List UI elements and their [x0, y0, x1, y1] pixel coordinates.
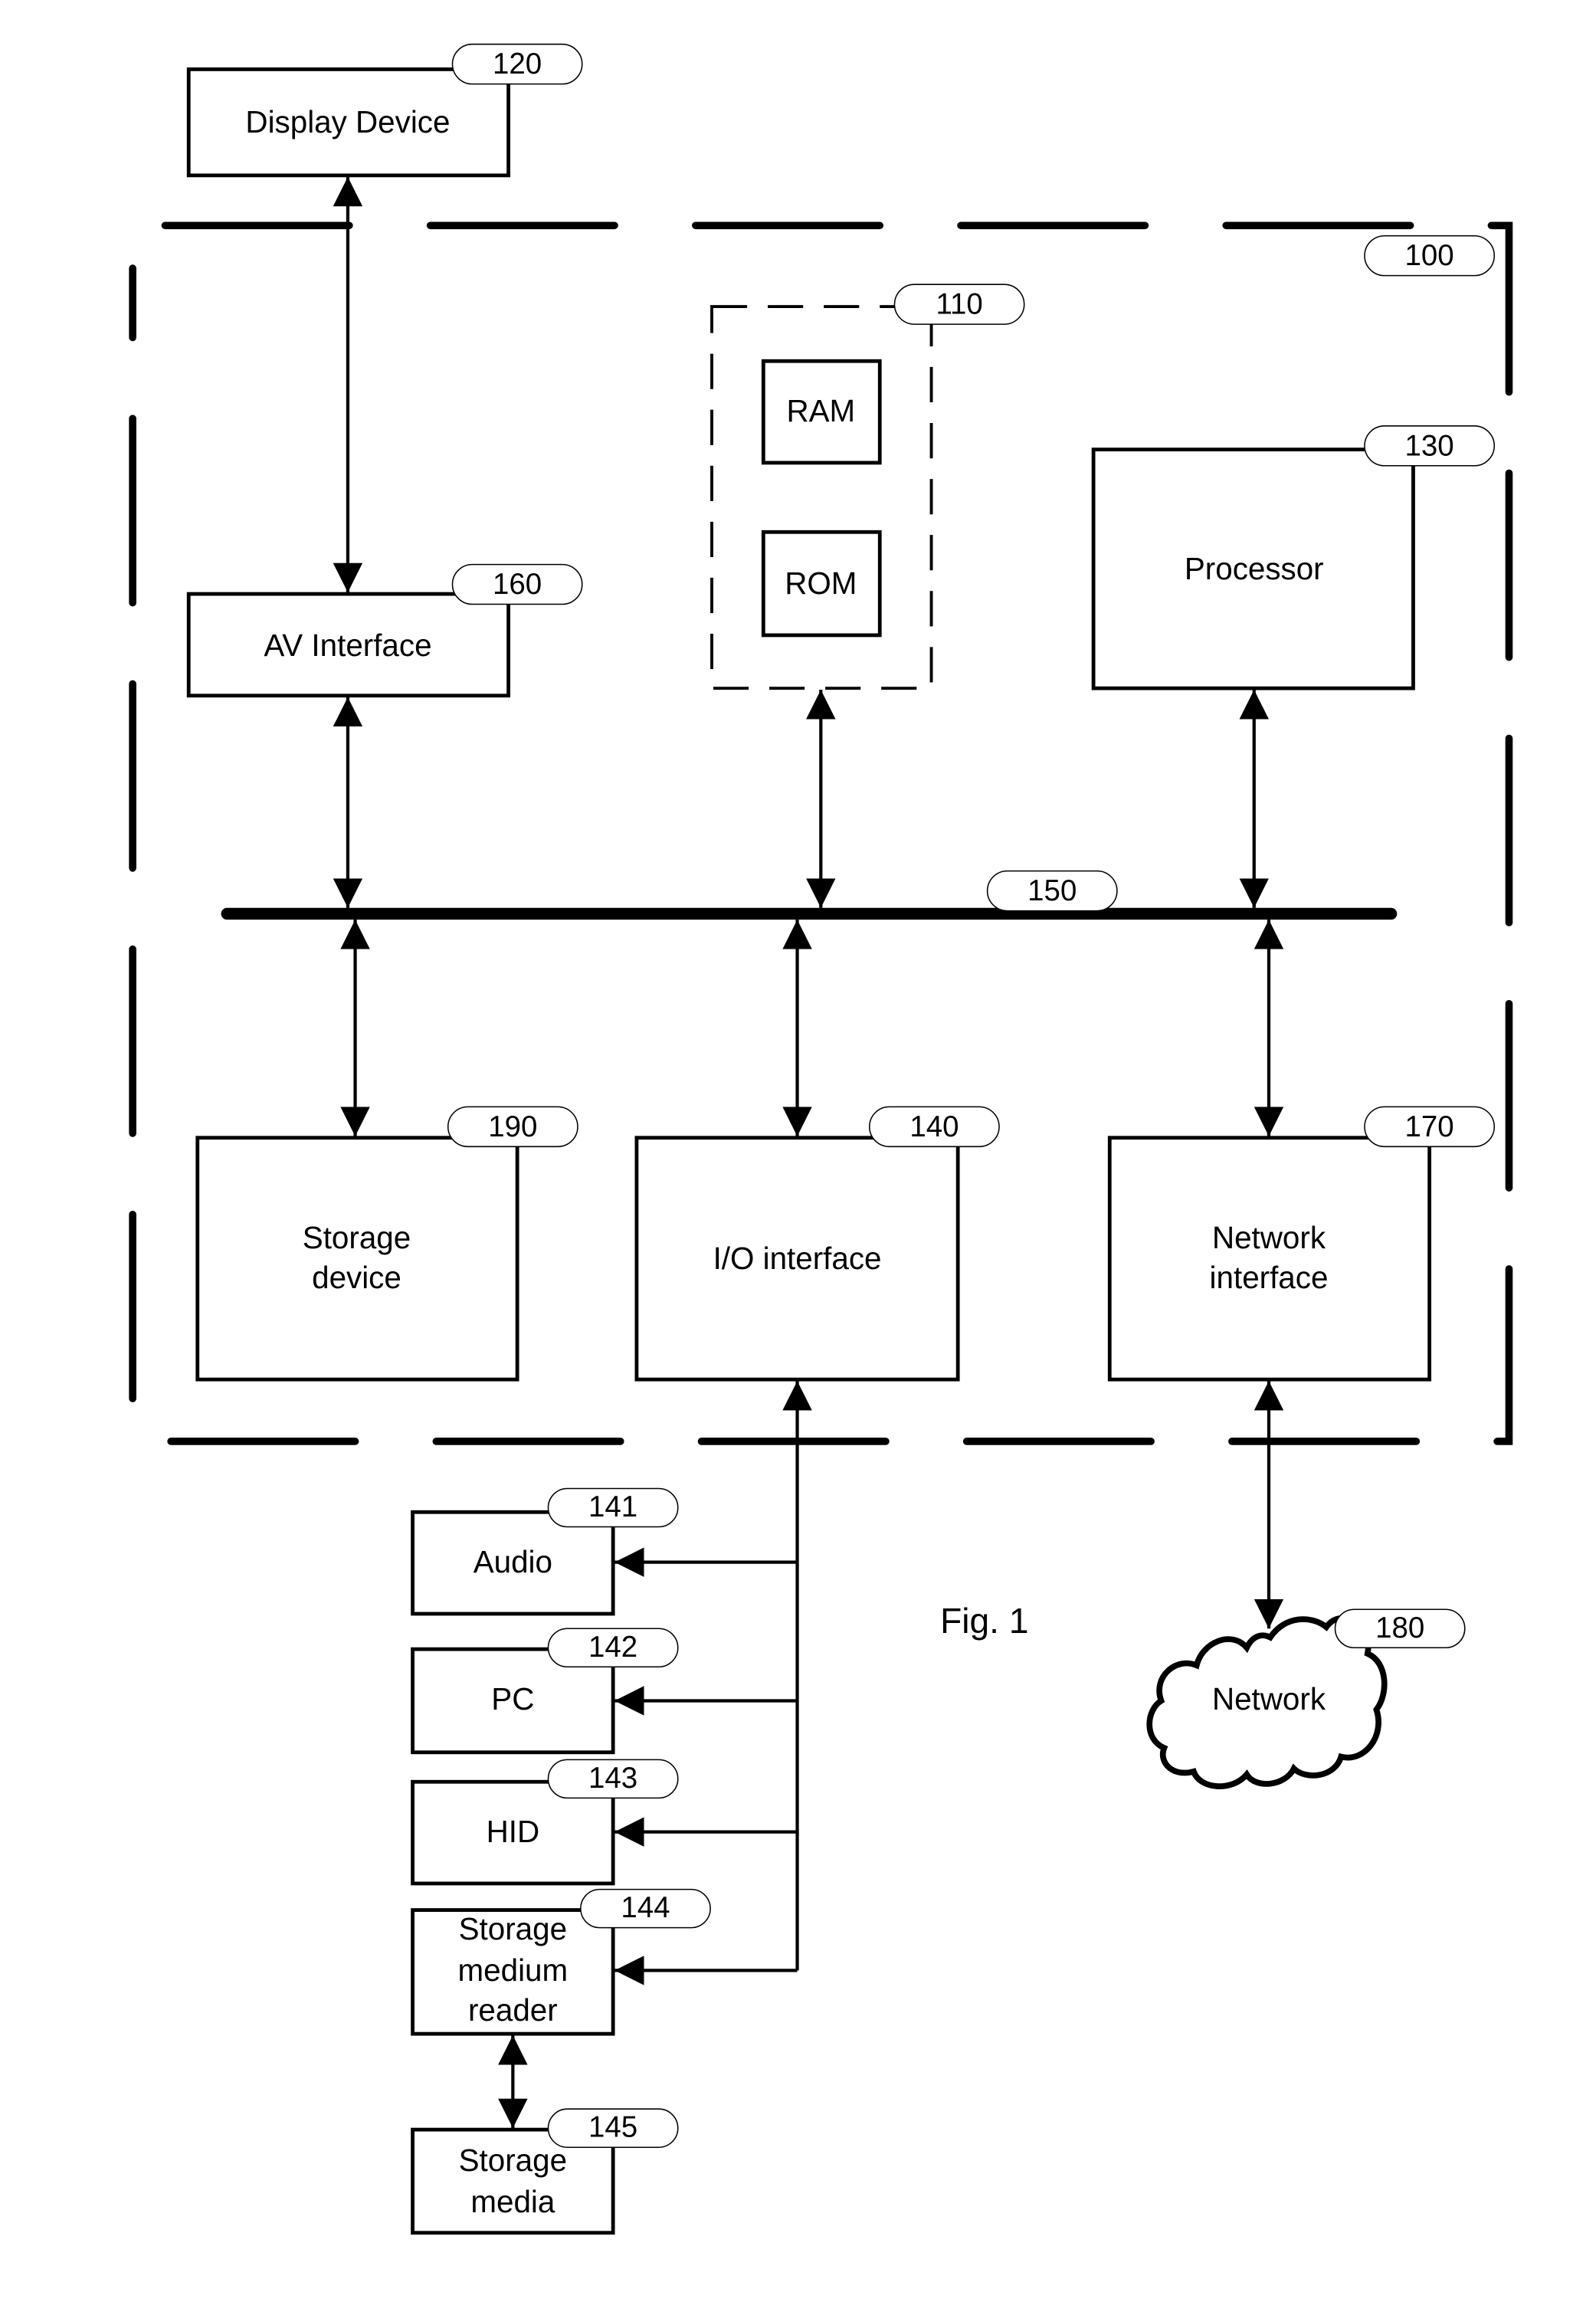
- hid-label: HID: [487, 1814, 540, 1849]
- network-interface-ref: 170: [1405, 1110, 1454, 1143]
- processor-ref: 130: [1405, 429, 1454, 462]
- network-ref: 180: [1375, 1612, 1424, 1644]
- system-ref-pill: 100: [1364, 234, 1496, 277]
- storage-device-ref: 190: [488, 1110, 537, 1143]
- ram-label: RAM: [786, 393, 855, 428]
- reader-label-1: Storage: [459, 1911, 567, 1946]
- display-device-block: Display Device 120: [186, 43, 583, 178]
- hid-ref: 143: [588, 1762, 637, 1795]
- reader-label-3: reader: [468, 1992, 558, 2028]
- io-interface-ref: 140: [909, 1110, 959, 1143]
- memory-ref: 110: [936, 288, 982, 321]
- figure-caption: Fig. 1: [940, 1601, 1028, 1641]
- system-ref: 100: [1405, 239, 1454, 272]
- pc-ref: 142: [588, 1631, 637, 1664]
- reader-ref: 144: [621, 1891, 670, 1924]
- av-interface-label: AV Interface: [264, 628, 431, 663]
- processor-block: Processor 130: [1091, 425, 1496, 690]
- storage-device-label-2: device: [312, 1260, 401, 1295]
- io-interface-label: I/O interface: [713, 1241, 882, 1276]
- network-interface-block: Network interface 170: [1107, 1106, 1496, 1382]
- rom-label: ROM: [785, 566, 857, 601]
- storage-media-block: Storage media 145: [411, 2108, 679, 2235]
- io-interface-block: I/O interface 140: [634, 1106, 1000, 1382]
- reader-label-2: medium: [458, 1953, 569, 1988]
- network-interface-label-2: interface: [1210, 1260, 1329, 1295]
- display-device-label: Display Device: [245, 104, 450, 139]
- processor-label: Processor: [1185, 551, 1324, 586]
- audio-block: Audio 141: [411, 1487, 679, 1616]
- system-block-diagram: 100 Display Device 120 110 RAM ROM Proce…: [129, 43, 1513, 2235]
- system-bus: 150: [221, 870, 1398, 920]
- storage-device-block: Storage device 190: [195, 1106, 578, 1382]
- network-interface-label: Network: [1212, 1220, 1326, 1255]
- storage-device-label: Storage: [303, 1220, 411, 1255]
- display-device-ref: 120: [493, 48, 542, 80]
- network-cloud: Network 180: [1146, 1608, 1466, 1789]
- pc-block: PC 142: [411, 1628, 679, 1755]
- network-label: Network: [1212, 1681, 1326, 1716]
- hid-block: HID 143: [411, 1759, 679, 1886]
- storage-medium-reader-block: Storage medium reader 144: [411, 1888, 711, 2036]
- media-label-2: media: [470, 2184, 555, 2219]
- media-ref: 145: [588, 2111, 637, 2144]
- memory-block: 110 RAM ROM: [710, 284, 1025, 690]
- pc-label: PC: [491, 1681, 534, 1716]
- audio-ref: 141: [588, 1490, 637, 1523]
- av-interface-block: AV Interface 160: [186, 563, 583, 698]
- media-label-1: Storage: [459, 2143, 567, 2178]
- bus-ref: 150: [1027, 874, 1077, 907]
- av-interface-ref: 160: [493, 568, 542, 601]
- audio-label: Audio: [474, 1544, 552, 1579]
